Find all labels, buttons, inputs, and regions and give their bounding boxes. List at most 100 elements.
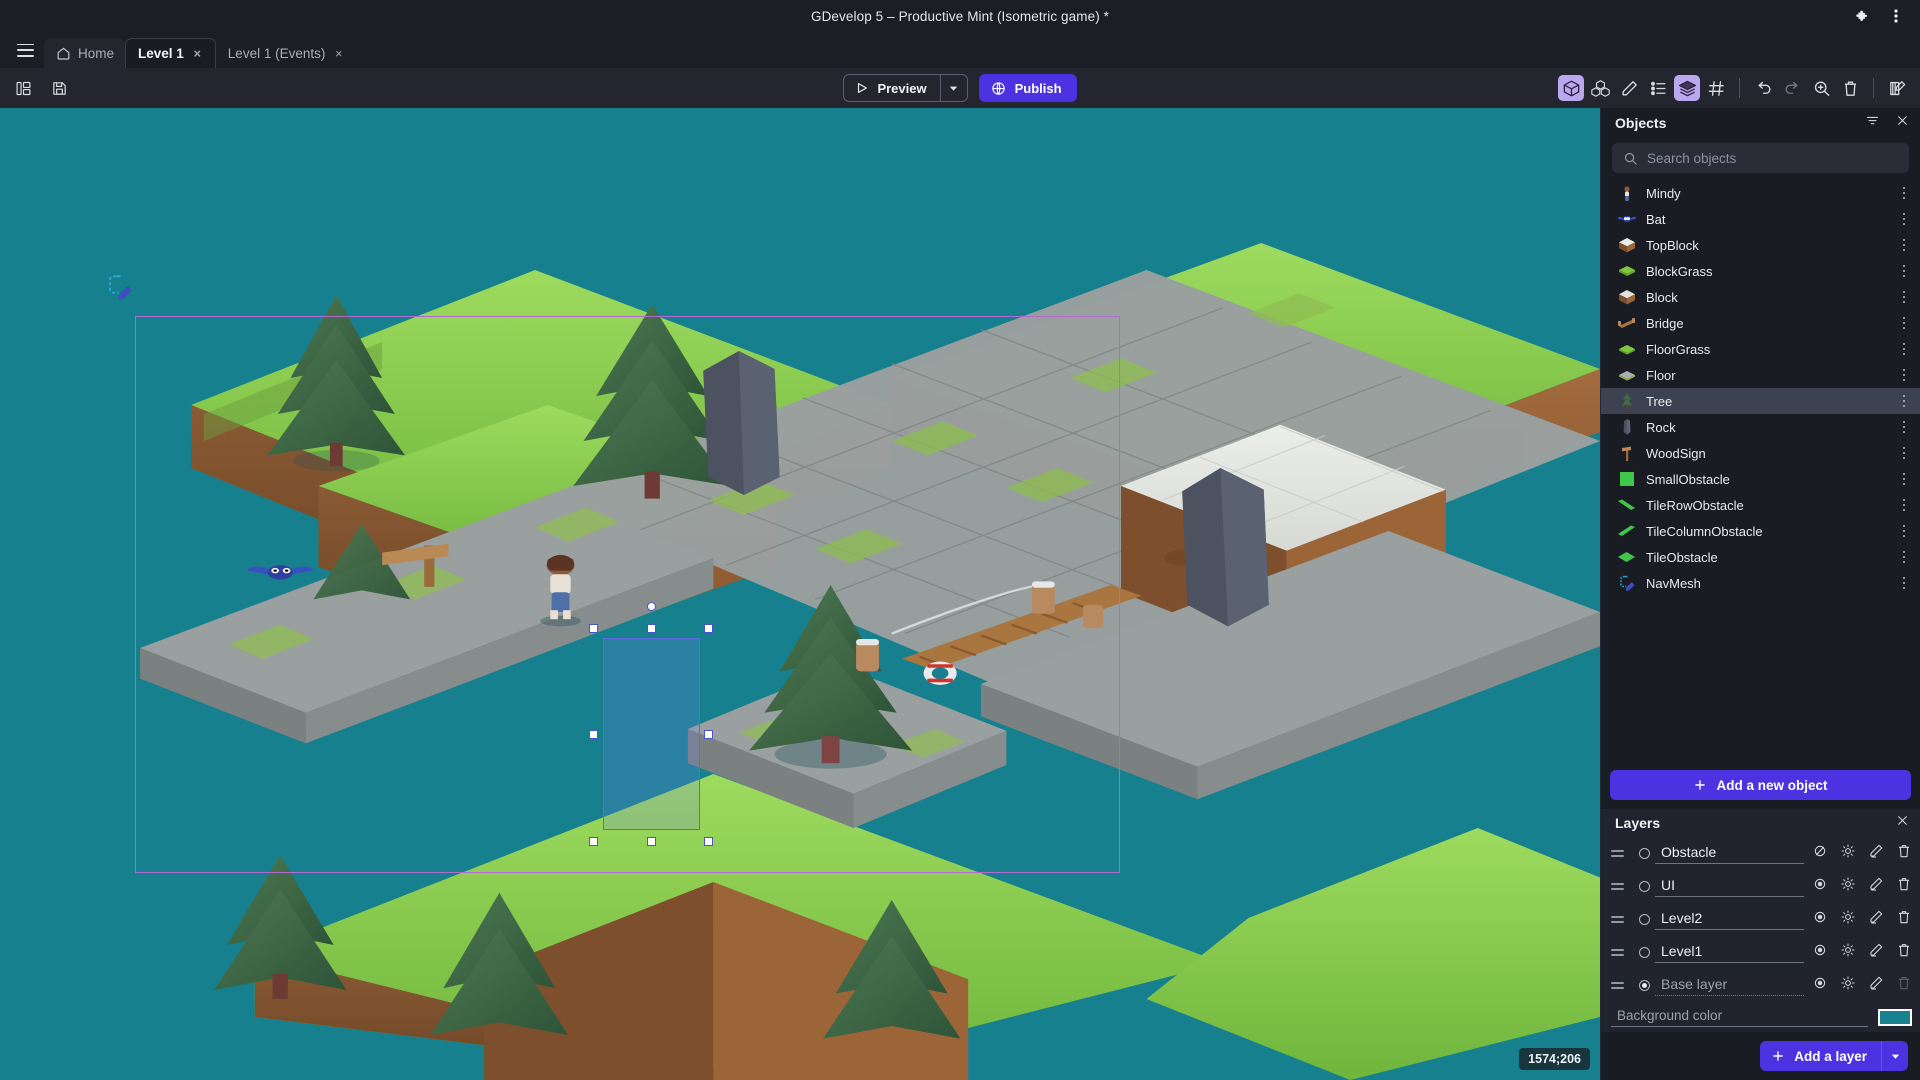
layer-select-radio-level1[interactable] [1633,947,1655,958]
layer-select-radio-ui[interactable] [1633,881,1655,892]
tab-level-1-events-close-icon[interactable]: × [332,46,345,61]
object-row-smallobstacle[interactable]: SmallObstacle [1601,466,1920,492]
object-row-tilecolumnobstacle[interactable]: TileColumnObstacle [1601,518,1920,544]
preview-dropdown-button[interactable] [939,75,967,101]
pencil-icon-base-layer[interactable] [1868,975,1884,996]
object-row-navmesh[interactable]: NavMesh [1601,570,1920,596]
object-row-rock[interactable]: Rock [1601,414,1920,440]
object-menu-icon-blockgrass[interactable] [1898,264,1910,278]
effects-icon-level1[interactable] [1840,942,1856,963]
object-row-bat[interactable]: Bat [1601,206,1920,232]
effects-icon-level2[interactable] [1840,909,1856,930]
publish-button[interactable]: Publish [978,74,1077,102]
add-new-object-button[interactable]: Add a new object [1610,770,1911,800]
object-row-blockgrass[interactable]: BlockGrass [1601,258,1920,284]
object-menu-icon-mindy[interactable] [1898,186,1910,200]
layer-row-ui[interactable]: UI [1601,870,1920,903]
preview-button-main[interactable]: Preview [844,75,939,101]
layer-visibility-icon-base-layer[interactable] [1812,975,1828,996]
tab-level-1-close-icon[interactable]: × [191,46,204,61]
filter-icon[interactable] [1865,113,1880,133]
pencil-icon-ui[interactable] [1868,876,1884,897]
object-menu-icon-tilecolumnobstacle[interactable] [1898,524,1910,538]
selection-handle-br[interactable] [704,837,713,846]
layer-row-level2[interactable]: Level2 [1601,903,1920,936]
preview-button[interactable]: Preview [843,74,968,102]
layer-row-level1[interactable]: Level1 [1601,936,1920,969]
object-menu-icon-floorgrass[interactable] [1898,342,1910,356]
selection-handle-tl[interactable] [589,624,598,633]
layer-drag-handle-obstacle[interactable] [1611,850,1633,857]
trash-icon-level1[interactable] [1896,942,1912,963]
selection-handle-bc[interactable] [647,837,656,846]
selection-handle-ml[interactable] [589,730,598,739]
trash-icon[interactable] [1837,75,1863,101]
layers-panel-close-icon[interactable] [1896,814,1909,832]
object-row-tree[interactable]: Tree [1601,388,1920,414]
navmesh-icon[interactable] [105,272,135,302]
objects-search-box[interactable] [1612,143,1909,173]
layers-icon[interactable] [1674,75,1700,101]
layer-name-ui[interactable]: UI [1655,877,1804,897]
layer-drag-handle-level2[interactable] [1611,916,1633,923]
object-menu-icon-navmesh[interactable] [1898,576,1910,590]
pencil-icon-level2[interactable] [1868,909,1884,930]
kebab-menu-icon[interactable] [1886,6,1906,26]
layer-row-obstacle[interactable]: Obstacle [1601,837,1920,870]
object-menu-icon-tileobstacle[interactable] [1898,550,1910,564]
layer-select-radio-base-layer[interactable] [1633,980,1655,991]
save-icon[interactable] [46,75,72,101]
selection-rotate-handle[interactable] [647,602,656,611]
effects-icon-ui[interactable] [1840,876,1856,897]
object-row-woodsign[interactable]: WoodSign [1601,440,1920,466]
panel-layout-icon[interactable] [10,75,36,101]
object-menu-icon-tree[interactable] [1898,394,1910,408]
layer-visibility-hidden-icon-obstacle[interactable] [1812,843,1828,864]
background-color-row[interactable]: Background color [1601,1002,1920,1032]
selection-handle-tr[interactable] [704,624,713,633]
object-row-topblock[interactable]: TopBlock [1601,232,1920,258]
object-menu-icon-woodsign[interactable] [1898,446,1910,460]
layer-select-radio-obstacle[interactable] [1633,848,1655,859]
search-input[interactable] [1647,150,1898,166]
object-3d-icon[interactable] [1558,75,1584,101]
layer-name-obstacle[interactable]: Obstacle [1655,844,1804,864]
add-layer-button-main[interactable]: Add a layer [1760,1041,1881,1071]
object-row-tileobstacle[interactable]: TileObstacle [1601,544,1920,570]
grid-icon[interactable] [1703,75,1729,101]
trash-icon-level2[interactable] [1896,909,1912,930]
objects-panel-close-icon[interactable] [1896,114,1909,132]
object-row-floor[interactable]: Floor [1601,362,1920,388]
zoom-in-icon[interactable] [1808,75,1834,101]
object-row-mindy[interactable]: Mindy [1601,180,1920,206]
layer-visibility-icon-level1[interactable] [1812,942,1828,963]
puzzle-icon[interactable] [1852,6,1872,26]
pencil-icon-obstacle[interactable] [1868,843,1884,864]
selection-box[interactable] [603,638,700,830]
object-menu-icon-topblock[interactable] [1898,238,1910,252]
object-menu-icon-rock[interactable] [1898,420,1910,434]
selection-handle-tc[interactable] [647,624,656,633]
add-layer-button[interactable]: Add a layer [1760,1041,1908,1071]
object-menu-icon-smallobstacle[interactable] [1898,472,1910,486]
pencil-icon-level1[interactable] [1868,942,1884,963]
layer-select-radio-level2[interactable] [1633,914,1655,925]
tab-home[interactable]: Home [44,38,126,68]
layer-drag-handle-ui[interactable] [1611,883,1633,890]
object-row-floorgrass[interactable]: FloorGrass [1601,336,1920,362]
object-menu-icon-bridge[interactable] [1898,316,1910,330]
layer-name-level1[interactable]: Level1 [1655,943,1804,963]
hamburger-icon[interactable] [6,32,44,68]
layer-row-base-layer[interactable]: Base layer [1601,969,1920,1002]
layer-name-level2[interactable]: Level2 [1655,910,1804,930]
selection-handle-bl[interactable] [589,837,598,846]
scene-canvas[interactable]: 1574;206 [0,108,1600,1080]
add-layer-dropdown-button[interactable] [1881,1041,1908,1071]
effects-icon-base-layer[interactable] [1840,975,1856,996]
redo-icon[interactable] [1779,75,1805,101]
object-menu-icon-bat[interactable] [1898,212,1910,226]
tab-level-1[interactable]: Level 1 × [125,38,216,68]
trash-icon-ui[interactable] [1896,876,1912,897]
object-menu-icon-block[interactable] [1898,290,1910,304]
layer-visibility-icon-ui[interactable] [1812,876,1828,897]
